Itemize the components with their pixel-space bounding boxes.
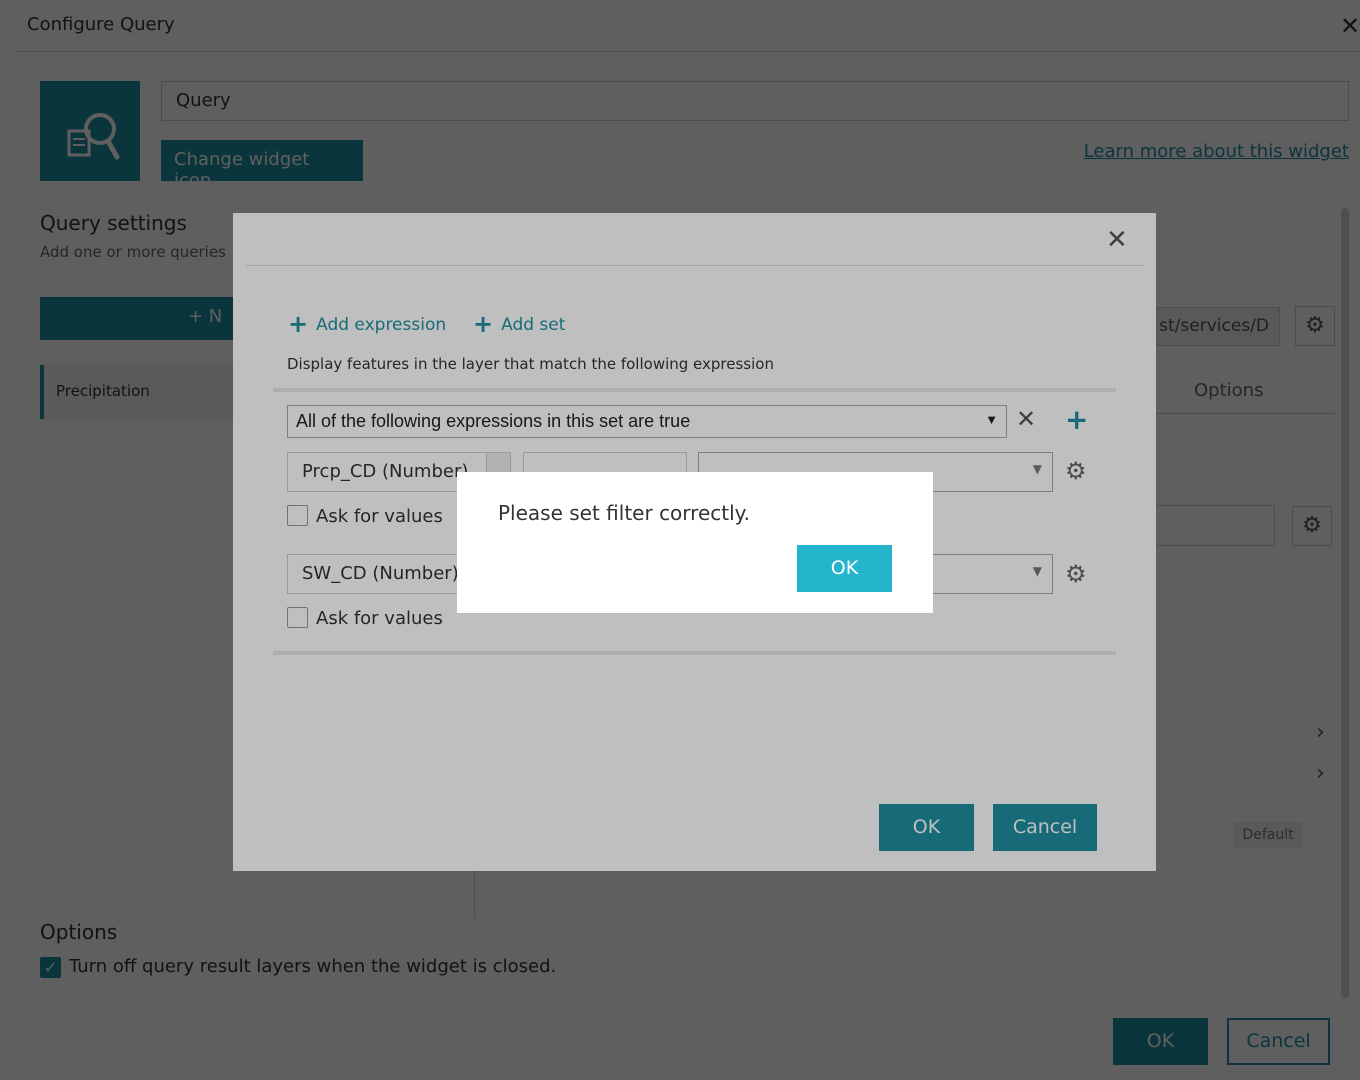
alert-dialog: Please set filter correctly. OK [457, 472, 933, 613]
alert-message: Please set filter correctly. [498, 501, 750, 525]
alert-ok-button[interactable]: OK [797, 545, 892, 592]
